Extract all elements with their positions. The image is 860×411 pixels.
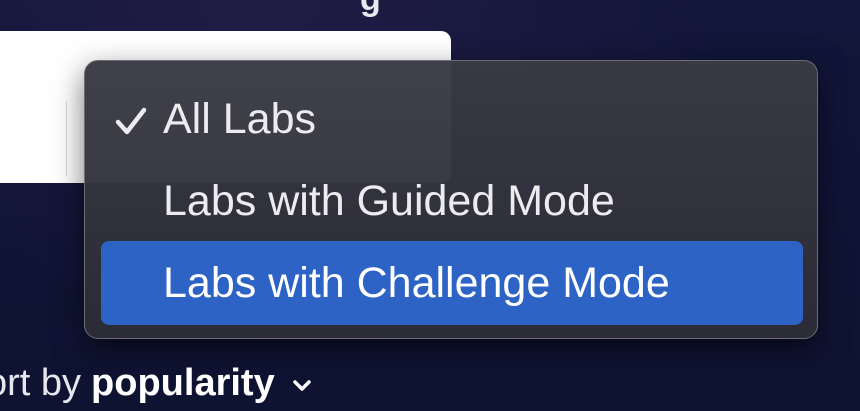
menu-item-label: Labs with Challenge Mode xyxy=(163,259,670,307)
chevron-down-icon xyxy=(292,380,311,391)
sort-label: ort by xyxy=(0,361,82,404)
lab-filter-dropdown-menu: All Labs Labs with Guided Mode Labs with… xyxy=(84,60,818,339)
menu-item-guided-mode[interactable]: Labs with Guided Mode xyxy=(101,159,803,243)
sort-control[interactable]: ort by popularity xyxy=(0,358,313,408)
panel-divider xyxy=(66,101,67,176)
menu-item-challenge-mode[interactable]: Labs with Challenge Mode xyxy=(101,241,803,325)
sort-value: popularity xyxy=(91,361,275,404)
header-partial-text: g xyxy=(360,0,381,19)
menu-item-label: Labs with Guided Mode xyxy=(163,177,615,225)
menu-item-label: All Labs xyxy=(163,95,316,143)
checkmark-icon xyxy=(115,107,147,135)
menu-item-all-labs[interactable]: All Labs xyxy=(101,77,803,161)
